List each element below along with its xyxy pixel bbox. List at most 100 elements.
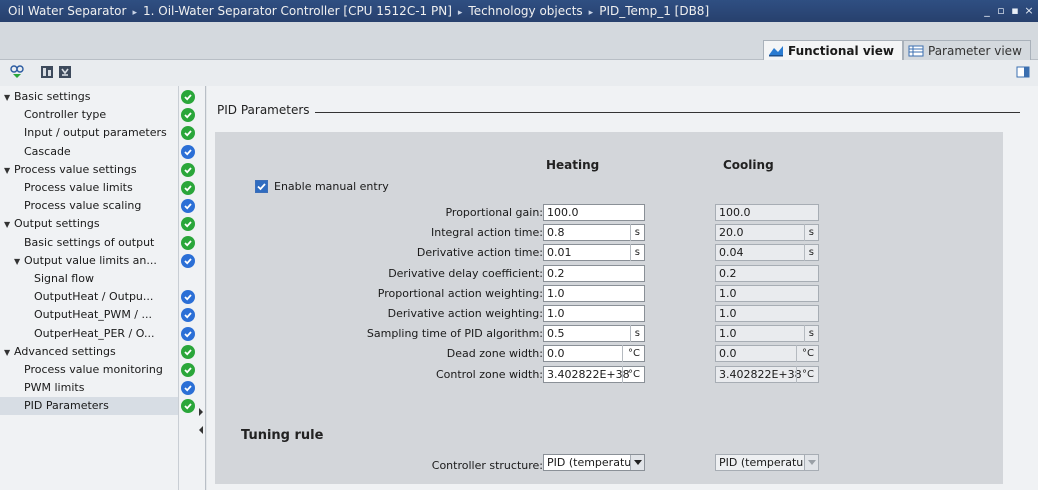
controller-structure-cooling-select: PID (temperatur — [715, 454, 819, 471]
expand-arrow-icon[interactable]: ▼ — [4, 89, 14, 106]
snapshot-icon[interactable] — [58, 65, 72, 79]
unit-divider — [630, 224, 631, 242]
collapse-panel-icon[interactable] — [1016, 65, 1030, 79]
field-value: 100.0 — [547, 206, 579, 219]
heating-param-field[interactable]: 3.402822E+38 °C — [543, 365, 645, 383]
tree-item[interactable]: ▼ Output settings — [0, 215, 178, 233]
tree-item[interactable]: Cascade — [0, 143, 178, 161]
cooling-param-field: 0.0 °C — [715, 345, 819, 363]
enable-manual-entry-checkbox[interactable] — [255, 180, 268, 193]
heating-param-field[interactable]: 0.0 °C — [543, 345, 645, 363]
param-label: Proportional action weighting: — [377, 286, 543, 300]
status-ok-icon — [181, 217, 195, 232]
heating-param-field[interactable]: 0.01 s — [543, 244, 645, 262]
tree-item[interactable]: PWM limits — [0, 379, 178, 397]
field-value: 0.04 — [719, 246, 744, 260]
tree-item-label: OutputHeat_PWM / ... — [34, 308, 152, 322]
toolbar — [0, 60, 1038, 86]
tree-item[interactable]: Input / output parameters — [0, 124, 178, 142]
heating-param-field[interactable]: 0.8 s — [543, 224, 645, 242]
breadcrumb-item[interactable]: PID_Temp_1 [DB8] — [599, 4, 709, 18]
select-value: PID (temperatur — [547, 456, 636, 469]
minimize-icon[interactable]: _ — [982, 0, 992, 22]
tree-item[interactable]: Basic settings of output — [0, 234, 178, 252]
field-value: 0.0 — [719, 347, 737, 361]
tab-label: Parameter view — [928, 43, 1022, 58]
expand-arrow-icon[interactable]: ▼ — [4, 344, 14, 361]
heating-param-field[interactable]: 1.0 — [543, 305, 645, 322]
cooling-param-field: 100.0 — [715, 204, 819, 221]
monitor-icon[interactable] — [10, 65, 24, 79]
tree-item[interactable]: Process value monitoring — [0, 361, 178, 379]
tree-item[interactable]: ▼ Advanced settings — [0, 343, 178, 361]
param-label: Sampling time of PID algorithm: — [366, 327, 543, 341]
heating-param-field[interactable]: 0.2 — [543, 264, 645, 282]
tree-item[interactable]: OutperHeat_PER / O... — [0, 325, 178, 343]
tree-item[interactable]: Controller type — [0, 106, 178, 124]
chevron-down-icon[interactable] — [630, 455, 644, 470]
heating-param-field[interactable]: 0.5 s — [543, 325, 645, 343]
tree-item-label: Process value scaling — [24, 199, 142, 213]
cooling-param-field: 1.0 — [715, 305, 819, 322]
tree-item[interactable]: ▼ Process value settings — [0, 161, 178, 179]
unit-divider — [804, 224, 805, 242]
field-value: 1.0 — [719, 327, 737, 341]
status-ok-icon — [181, 326, 195, 341]
heating-param-field[interactable]: 1.0 — [543, 284, 645, 302]
tree-item[interactable]: ▼ Output value limits an... — [0, 252, 178, 270]
heating-column-header: Heating — [546, 158, 600, 172]
load-icon[interactable] — [40, 65, 54, 79]
tree-item[interactable]: Signal flow — [0, 270, 178, 288]
field-value: 0.8 — [547, 226, 565, 240]
restore-icon[interactable]: ▫ — [996, 0, 1006, 22]
tree-item[interactable]: Process value scaling — [0, 197, 178, 215]
tree-item-label: Controller type — [24, 108, 107, 122]
controller-structure-heating-select[interactable]: PID (temperatur — [543, 454, 645, 471]
unit-divider — [630, 244, 631, 262]
tree-item-label: Basic settings — [14, 90, 91, 103]
unit-label: °C — [802, 368, 814, 380]
splitter-handle[interactable] — [198, 396, 204, 446]
field-value: 0.0 — [547, 347, 565, 361]
close-icon[interactable]: × — [1024, 0, 1034, 22]
status-ok-icon — [181, 381, 195, 396]
expand-arrow-icon[interactable]: ▼ — [4, 162, 14, 179]
pid-parameters-panel: Heating Cooling Enable manual entry Tuni… — [215, 132, 1003, 484]
cooling-param-field: 1.0 s — [715, 325, 819, 343]
heating-param-field[interactable]: 100.0 — [543, 204, 645, 221]
controller-structure-label: Controller structure: — [431, 459, 543, 472]
tree-item[interactable]: PID Parameters — [0, 397, 178, 416]
tree-item-label: Process value monitoring — [24, 363, 163, 376]
unit-divider — [804, 244, 805, 262]
cooling-param-field: 0.2 — [715, 264, 819, 282]
enable-manual-entry-label: Enable manual entry — [274, 180, 389, 193]
status-ok-icon — [181, 308, 195, 323]
tab-functional-view[interactable]: Functional view — [763, 40, 903, 60]
cooling-param-field: 0.04 s — [715, 244, 819, 262]
status-ok-icon — [181, 363, 195, 377]
checkmark-icon — [256, 181, 267, 192]
section-title: PID Parameters — [217, 103, 310, 117]
breadcrumb-item[interactable]: Oil Water Separator — [8, 4, 126, 18]
status-ok-icon — [181, 399, 195, 414]
unit-divider — [622, 345, 623, 363]
breadcrumb-item[interactable]: 1. Oil-Water Separator Controller [CPU 1… — [143, 4, 452, 18]
status-ok-icon — [181, 144, 195, 159]
breadcrumb-item[interactable]: Technology objects — [468, 4, 582, 18]
tree-item-label: Cascade — [24, 144, 71, 158]
tree-item[interactable]: ▼ Basic settings — [0, 88, 178, 106]
tab-parameter-view[interactable]: Parameter view — [903, 40, 1031, 60]
tree-item[interactable]: Process value limits — [0, 179, 178, 197]
functional-view-icon — [769, 45, 783, 56]
expand-arrow-icon[interactable]: ▼ — [4, 216, 14, 233]
unit-label: °C — [628, 368, 640, 380]
expand-arrow-icon[interactable]: ▼ — [14, 253, 24, 270]
enable-manual-entry[interactable]: Enable manual entry — [255, 180, 389, 193]
param-label: Integral action time: — [430, 226, 543, 240]
tree-item[interactable]: OutputHeat / Outpu... — [0, 288, 178, 306]
float-icon[interactable]: ▪ — [1010, 0, 1020, 22]
cooling-param-field: 1.0 — [715, 284, 819, 302]
tree-item[interactable]: OutputHeat_PWM / ... — [0, 306, 178, 324]
tree-item-label: Input / output parameters — [24, 126, 167, 140]
tree-item-label: OutputHeat / Outpu... — [34, 290, 154, 304]
